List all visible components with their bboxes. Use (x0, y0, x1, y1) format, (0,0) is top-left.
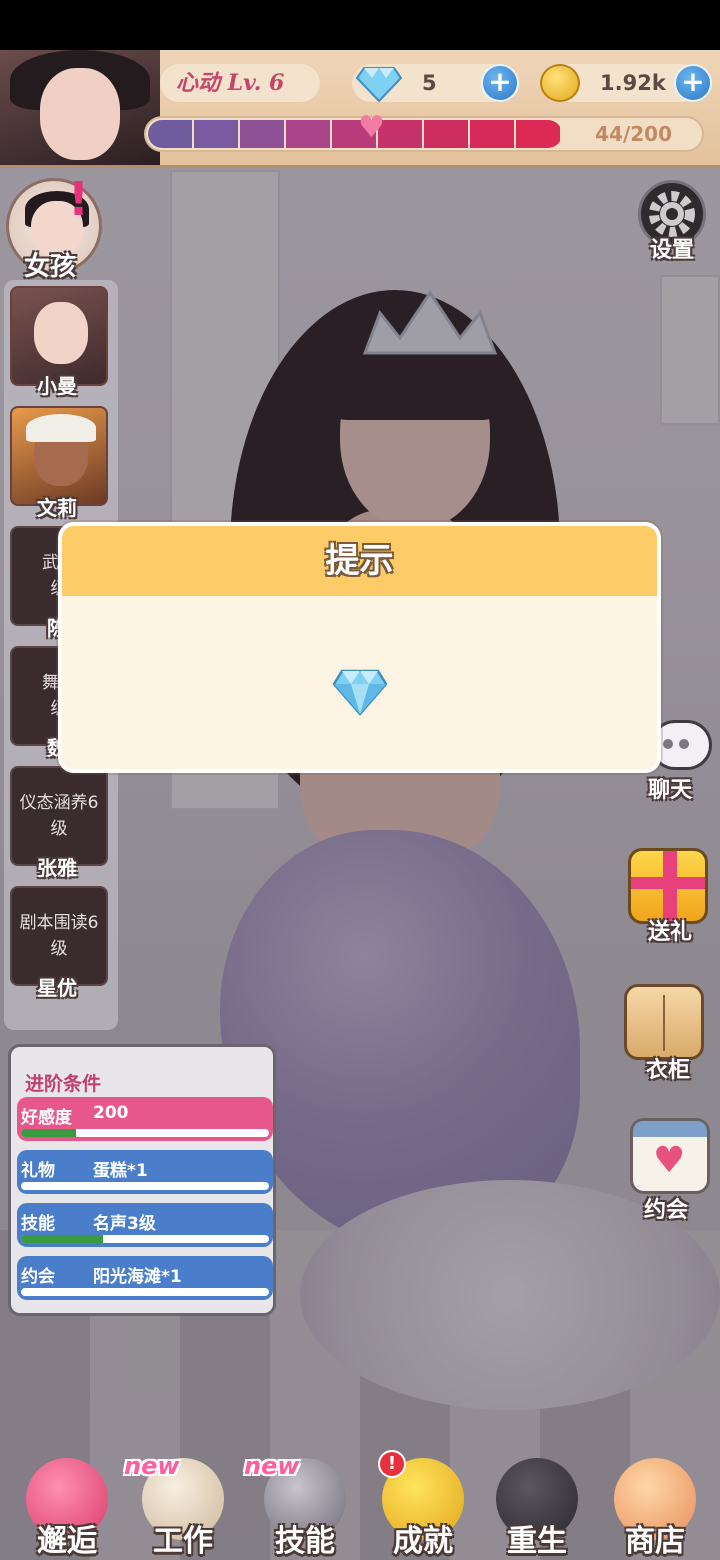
requirement-row-skill: 技能 名声3级 (17, 1203, 273, 1247)
requirement-value: 阳光海滩*1 (93, 1267, 182, 1287)
requirement-row-date: 约会 阳光海滩*1 (17, 1256, 273, 1300)
affection-progress-fill (148, 120, 562, 148)
progress-segment (148, 120, 192, 148)
coin-count: 1.92k (600, 71, 666, 95)
nav-encounter-button[interactable]: 邂逅 (12, 1452, 122, 1559)
alert-exclamation-icon: ! (68, 172, 89, 226)
gem-count: 5 (422, 71, 437, 95)
girl-name: 小曼 (37, 374, 77, 398)
requirement-progress (21, 1129, 269, 1137)
girl-name: 星优 (37, 976, 77, 1000)
requirements-title: 进阶条件 (25, 1073, 102, 1095)
hint-dialog[interactable]: 提示 (58, 522, 661, 773)
date-calendar-icon[interactable]: ♥ (630, 1118, 710, 1194)
alert-badge: ! (378, 1450, 406, 1478)
top-hud: 心动 Lv. 6 5 + 1.92k + 44/200 ♥ (0, 50, 720, 168)
progress-segment (194, 120, 238, 148)
add-gems-button[interactable]: + (481, 64, 519, 102)
requirement-key: 好感度 (21, 1108, 72, 1128)
girl-name: 文莉 (37, 496, 77, 520)
girl-card-face (34, 302, 88, 364)
heart-level-label: 心动 Lv. 6 (160, 64, 320, 102)
date-label: 约会 (643, 1198, 688, 1223)
heart-icon: ♥ (358, 110, 385, 145)
girl-card-hair (26, 414, 96, 442)
wardrobe-icon[interactable] (624, 984, 704, 1060)
requirement-row-gift: 礼物 蛋糕*1 (17, 1150, 273, 1194)
progress-segment (516, 120, 560, 148)
requirement-key: 礼物 (21, 1161, 55, 1181)
requirement-key: 约会 (21, 1267, 55, 1287)
diamond-icon (356, 67, 402, 102)
gift-label: 送礼 (647, 920, 692, 945)
progress-segment (470, 120, 514, 148)
progress-segment (424, 120, 468, 148)
gift-icon[interactable] (628, 848, 708, 924)
nav-rebirth-button[interactable]: 重生 (482, 1452, 592, 1559)
girl-card-wenli[interactable] (10, 406, 108, 506)
affection-progress-bar: 44/200 (144, 116, 704, 152)
requirement-key: 技能 (21, 1214, 55, 1234)
coin-icon (540, 64, 580, 102)
requirement-value: 名声3级 (93, 1214, 156, 1234)
new-tag: new (244, 1452, 300, 1480)
girl-card-locked[interactable]: 剧本围读6 级 (10, 886, 108, 986)
nav-label: 商店 (625, 1524, 685, 1559)
requirement-value: 200 (93, 1103, 129, 1123)
progress-segment (240, 120, 284, 148)
unlock-requirement: 剧本围读6 (19, 913, 99, 933)
girl-card-locked[interactable]: 仪态涵养6 级 (10, 766, 108, 866)
girls-tab-label: 女孩 (23, 252, 76, 282)
affection-progress-text: 44/200 (595, 122, 672, 146)
chat-label: 聊天 (647, 778, 692, 803)
add-coins-button[interactable]: + (674, 64, 712, 102)
nav-label: 邂逅 (37, 1524, 97, 1559)
nav-work-button[interactable]: 工作 new (124, 1452, 238, 1559)
dialog-title: 提示 (62, 526, 657, 596)
requirement-progress (21, 1182, 269, 1190)
unlock-requirement: 级 (50, 819, 68, 839)
girl-portrait[interactable] (0, 50, 160, 165)
nav-skill-button[interactable]: 技能 new (244, 1452, 360, 1559)
wardrobe-label: 衣柜 (645, 1058, 690, 1083)
unlock-requirement: 级 (50, 939, 68, 959)
nav-achievement-button[interactable]: 成就 ! (368, 1450, 478, 1559)
progress-segment (286, 120, 330, 148)
portrait-face (40, 68, 120, 160)
dialog-body (62, 596, 657, 769)
nav-label: 工作 (153, 1524, 213, 1559)
nav-label: 成就 (393, 1524, 453, 1559)
settings-label: 设置 (649, 238, 694, 263)
requirement-row-affection: 好感度 200 (17, 1097, 273, 1141)
diamond-gem-icon (332, 669, 388, 716)
advance-requirements-panel: 进阶条件 好感度 200 礼物 蛋糕*1 技能 名声3级 约会 阳光海滩*1 (8, 1044, 276, 1316)
requirement-value: 蛋糕*1 (93, 1161, 148, 1181)
nav-shop-button[interactable]: 商店 (600, 1452, 710, 1559)
nav-label: 重生 (507, 1524, 567, 1559)
requirement-progress (21, 1288, 269, 1296)
girl-name: 张雅 (37, 856, 77, 880)
new-tag: new (124, 1452, 180, 1480)
requirement-progress (21, 1235, 269, 1243)
nav-label: 技能 (275, 1524, 335, 1559)
status-bar (0, 0, 720, 50)
unlock-requirement: 仪态涵养6 (19, 793, 99, 813)
